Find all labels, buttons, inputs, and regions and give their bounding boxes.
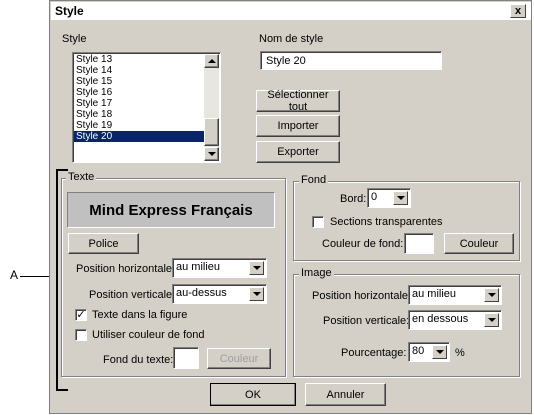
use-bg-color-checkbox[interactable] <box>75 329 87 341</box>
title-bar <box>51 2 531 20</box>
texte-v-pos-select[interactable]: au-dessus <box>172 284 267 304</box>
import-button[interactable]: Importer <box>256 115 340 137</box>
list-item[interactable]: Style 17 <box>74 98 204 109</box>
percent-select[interactable]: 80 <box>408 342 450 362</box>
annotation-bracket <box>56 169 68 391</box>
image-v-pos-value: en dessous <box>412 313 469 325</box>
cancel-button[interactable]: Annuler <box>305 383 386 406</box>
style-name-label: Nom de style <box>259 33 324 45</box>
dropdown-arrow-icon <box>432 345 447 359</box>
ok-button[interactable]: OK <box>210 383 296 406</box>
scroll-down-button[interactable] <box>204 147 219 161</box>
list-scrollbar[interactable] <box>204 54 219 161</box>
texte-v-pos-label: Position verticale: <box>89 289 176 301</box>
transparent-sections-checkbox[interactable] <box>312 216 324 228</box>
image-h-pos-select[interactable]: au milieu <box>408 285 502 305</box>
scroll-thumb[interactable] <box>204 118 219 146</box>
style-name-input[interactable]: Style 20 <box>260 51 442 70</box>
bg-color-button[interactable]: Couleur <box>444 233 514 254</box>
image-h-pos-value: au milieu <box>412 288 457 300</box>
transparent-sections-label: Sections transparentes <box>330 216 443 228</box>
list-item[interactable]: Style 14 <box>74 65 204 76</box>
bg-color-label: Couleur de fond: <box>322 238 404 250</box>
bg-color-swatch[interactable] <box>404 233 434 254</box>
image-h-pos-label: Position horizontale: <box>312 290 412 302</box>
style-list-label: Style <box>62 33 87 45</box>
border-value: 0 <box>371 191 378 203</box>
style-name-value: Style 20 <box>266 55 306 67</box>
texte-group-label: Texte <box>66 171 97 183</box>
dropdown-arrow-icon <box>249 287 264 301</box>
fond-group-label: Fond <box>299 174 329 186</box>
arrow-down-icon <box>207 152 216 156</box>
percent-label: Pourcentage: <box>341 347 407 359</box>
image-v-pos-label: Position verticale: <box>323 315 410 327</box>
image-v-pos-select[interactable]: en dessous <box>408 310 502 330</box>
border-select[interactable]: 0 <box>367 188 411 208</box>
list-item[interactable]: Style 15 <box>74 76 204 87</box>
arrow-up-icon <box>207 59 216 63</box>
texte-h-pos-label: Position horizontale: <box>76 263 176 275</box>
percent-value: 80 <box>412 345 425 357</box>
use-bg-color-label: Utiliser couleur de fond <box>92 329 205 341</box>
scroll-up-button[interactable] <box>204 54 219 68</box>
list-item[interactable]: Style 13 <box>74 54 204 65</box>
dropdown-arrow-icon <box>484 288 499 302</box>
callout-label: A <box>10 268 19 282</box>
dropdown-arrow-icon <box>393 191 408 205</box>
list-item[interactable]: Style 19 <box>74 120 204 131</box>
font-button[interactable]: Police <box>68 233 139 254</box>
texte-h-pos-value: au milieu <box>176 261 221 273</box>
text-in-figure-label: Texte dans la figure <box>92 309 188 321</box>
image-group-label: Image <box>299 267 334 279</box>
texte-v-pos-value: au-dessus <box>176 287 227 299</box>
dropdown-arrow-icon <box>249 261 264 275</box>
text-color-button[interactable]: Couleur <box>207 348 271 369</box>
style-list-items: Style 13 Style 14 Style 15 Style 16 Styl… <box>72 54 205 154</box>
list-item[interactable]: Style 18 <box>74 109 204 120</box>
font-preview: Mind Express Français <box>67 192 275 228</box>
list-item[interactable]: Style 16 <box>74 87 204 98</box>
percent-unit: % <box>455 347 465 359</box>
export-button[interactable]: Exporter <box>256 141 340 163</box>
font-preview-text: Mind Express Français <box>89 201 253 219</box>
list-item-selected[interactable]: Style 20 <box>74 131 204 142</box>
select-all-button[interactable]: Sélectionner tout <box>256 89 340 113</box>
text-in-figure-checkbox[interactable]: ✓ <box>75 309 87 321</box>
text-bg-swatch[interactable] <box>173 347 199 369</box>
close-button[interactable]: x <box>510 4 526 18</box>
window-title: Style <box>55 4 84 18</box>
text-bg-label: Fond du texte: <box>103 354 174 366</box>
texte-h-pos-select[interactable]: au milieu <box>172 258 267 278</box>
border-label: Bord: <box>340 193 367 205</box>
dropdown-arrow-icon <box>484 313 499 327</box>
